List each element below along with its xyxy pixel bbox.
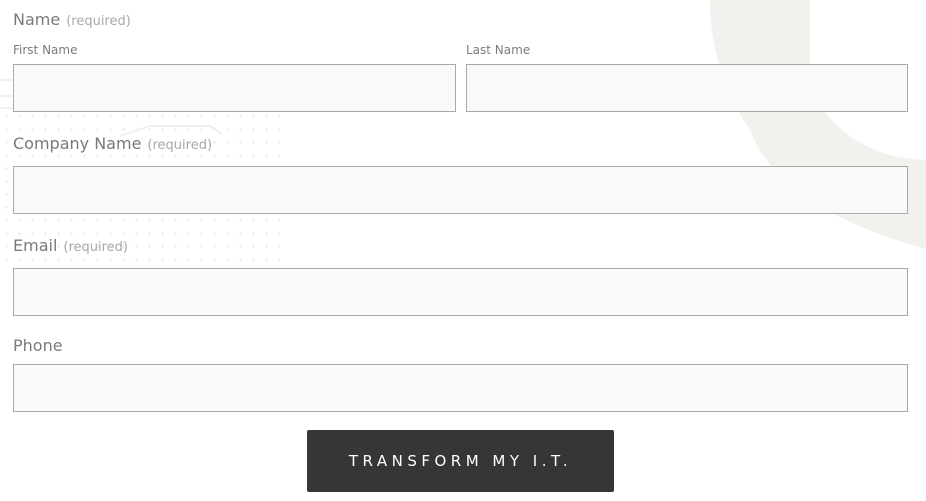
company-name-label: Company Name (required) xyxy=(13,134,212,153)
email-label-text: Email xyxy=(13,236,58,255)
submit-button-label: TRANSFORM MY I.T. xyxy=(348,452,573,470)
company-name-label-text: Company Name xyxy=(13,134,142,153)
phone-input[interactable] xyxy=(13,364,908,412)
name-label: Name (required) xyxy=(13,10,131,29)
company-required-note: (required) xyxy=(147,138,213,153)
submit-button[interactable]: TRANSFORM MY I.T. xyxy=(307,430,614,492)
phone-label: Phone xyxy=(13,336,63,355)
first-name-input[interactable] xyxy=(13,64,456,112)
email-input[interactable] xyxy=(13,268,908,316)
name-label-text: Name xyxy=(13,10,61,29)
last-name-input[interactable] xyxy=(466,64,908,112)
company-name-input[interactable] xyxy=(13,166,908,214)
phone-label-text: Phone xyxy=(13,336,63,355)
email-label: Email (required) xyxy=(13,236,128,255)
last-name-label: Last Name xyxy=(466,43,531,57)
first-name-label: First Name xyxy=(13,43,78,57)
name-required-note: (required) xyxy=(66,14,131,29)
email-required-note: (required) xyxy=(63,240,129,255)
background-logo-shape xyxy=(710,0,926,249)
contact-form-page: Name (required) First Name Last Name Comp… xyxy=(0,0,926,501)
